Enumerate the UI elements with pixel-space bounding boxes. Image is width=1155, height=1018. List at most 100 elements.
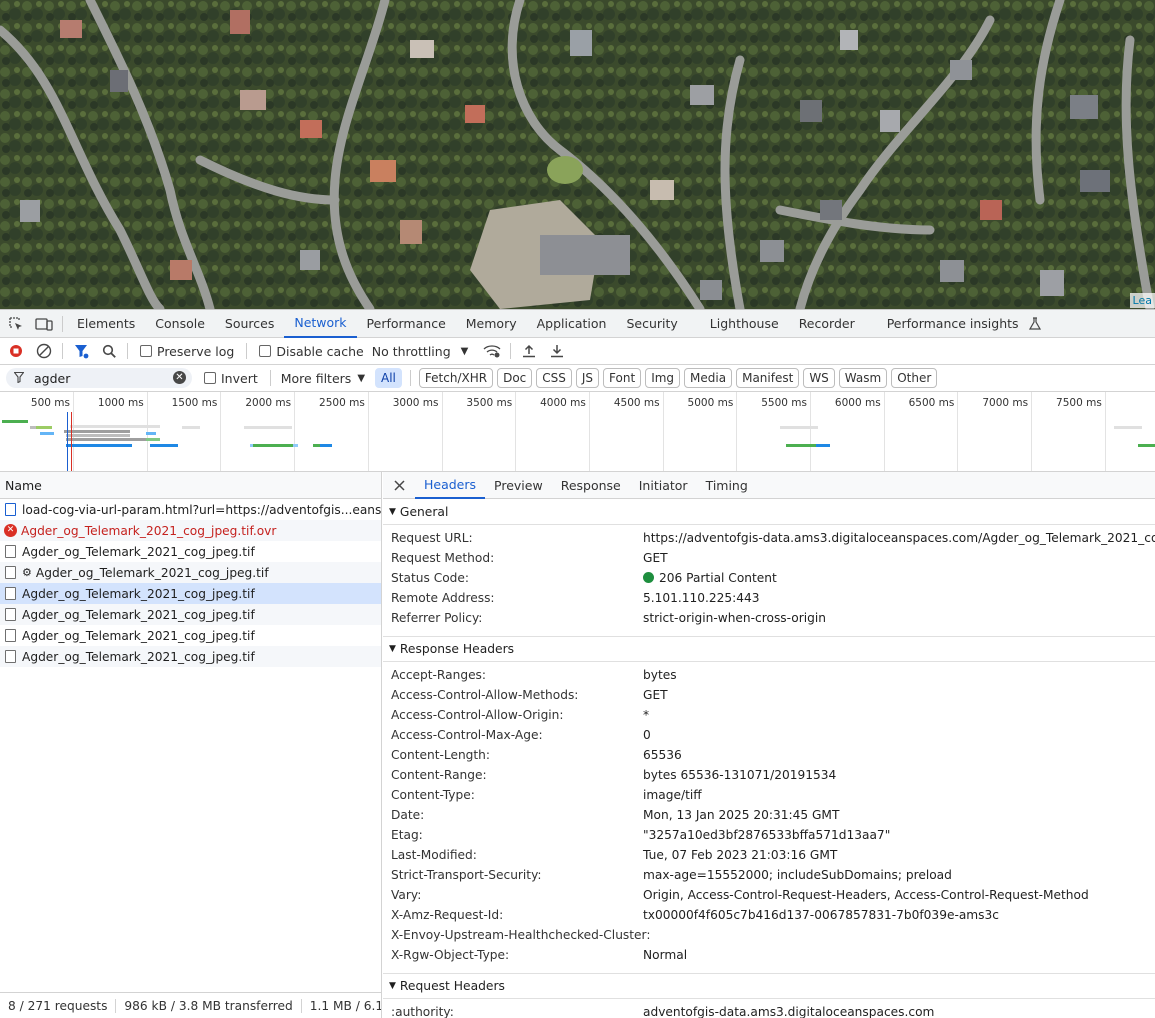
disable-cache-checkbox[interactable]: Disable cache	[259, 344, 364, 359]
header-value: bytes 65536-131071/20191534	[643, 768, 836, 782]
filter-chip-css[interactable]: CSS	[536, 368, 572, 388]
filter-chip-font[interactable]: Font	[603, 368, 642, 388]
timeline-gridline	[441, 392, 443, 471]
request-row[interactable]: Agder_og_Telemark_2021_cog_jpeg.tif	[0, 604, 381, 625]
detail-tab-timing[interactable]: Timing	[697, 472, 757, 499]
tab-console[interactable]: Console	[145, 310, 215, 338]
filter-chip-all[interactable]: All	[375, 368, 402, 388]
preserve-log-checkbox[interactable]: Preserve log	[140, 344, 234, 359]
filter-chip-wasm[interactable]: Wasm	[838, 368, 888, 388]
request-name: Agder_og_Telemark_2021_cog_jpeg.tif	[22, 544, 255, 559]
checkbox-box[interactable]	[140, 345, 152, 357]
request-row[interactable]: Agder_og_Telemark_2021_cog_jpeg.tif	[0, 583, 381, 604]
file-icon	[5, 608, 16, 621]
timeline-request-bar	[36, 426, 52, 429]
request-headers-section-header[interactable]: ▼ Request Headers	[383, 973, 1155, 999]
tab-application[interactable]: Application	[527, 310, 617, 338]
inspect-element-icon[interactable]	[2, 311, 30, 337]
header-value-text: 206 Partial Content	[659, 571, 777, 585]
request-row[interactable]: load-cog-via-url-param.html?url=https://…	[0, 499, 381, 520]
filter-chip-js[interactable]: JS	[575, 368, 600, 388]
close-icon[interactable]	[389, 472, 409, 498]
timeline-tick-label: 800	[1116, 397, 1155, 409]
tab-network[interactable]: Network	[284, 310, 357, 338]
request-row[interactable]: Agder_og_Telemark_2021_cog_jpeg.tif	[0, 646, 381, 667]
aerial-map[interactable]: Lea	[0, 0, 1155, 309]
header-value: GET	[643, 688, 668, 702]
response-headers-section-header[interactable]: ▼ Response Headers	[383, 636, 1155, 662]
import-har-icon[interactable]	[515, 338, 543, 364]
tab-sources[interactable]: Sources	[215, 310, 284, 338]
tab-performance[interactable]: Performance	[357, 310, 456, 338]
header-key: X-Rgw-Object-Type:	[391, 948, 510, 962]
network-status-bar: 8 / 271 requests 986 kB / 3.8 MB transfe…	[0, 992, 382, 1018]
header-key: Date:	[391, 808, 425, 822]
header-key: Request Method:	[391, 551, 495, 565]
timeline-request-bar	[1114, 426, 1142, 429]
detail-tab-preview[interactable]: Preview	[485, 472, 552, 499]
filter-chip-doc[interactable]: Doc	[497, 368, 533, 388]
search-icon[interactable]	[95, 338, 123, 364]
map-attribution[interactable]: Lea	[1129, 293, 1155, 308]
general-items: Request URL: https://adventofgis-data.ams…	[383, 525, 1155, 628]
network-toolbar: Preserve log Disable cache No throttling…	[0, 338, 1155, 365]
timeline-tick-label: 7500 ms	[1056, 397, 1102, 409]
stop-recording-icon[interactable]	[2, 338, 30, 364]
filter-chip-media[interactable]: Media	[684, 368, 733, 388]
filter-icon[interactable]	[67, 338, 95, 364]
request-headers-title: Request Headers	[399, 979, 505, 993]
filter-text[interactable]: agder	[34, 371, 70, 386]
header-value: Origin, Access-Control-Request-Headers, …	[643, 888, 1089, 902]
request-row[interactable]: Agder_og_Telemark_2021_cog_jpeg.tif	[0, 625, 381, 646]
checkbox-box[interactable]	[259, 345, 272, 357]
tab-elements[interactable]: Elements	[67, 310, 145, 338]
throttling-select[interactable]: No throttling ▼	[372, 344, 469, 359]
devtools-panel: Elements Console Sources Network Performance…	[0, 309, 1155, 1018]
request-row[interactable]: Agder_og_Telemark_2021_cog_jpeg.tif	[0, 541, 381, 562]
request-row[interactable]: ✕ Agder_og_Telemark_2021_cog_jpeg.tif.ovr	[0, 520, 381, 541]
detail-tab-response[interactable]: Response	[552, 472, 630, 499]
header-value-text: GET	[643, 551, 668, 565]
timeline-gridline	[1104, 392, 1106, 471]
response-headers-title: Response Headers	[399, 642, 515, 656]
filter-chip-fetch-xhr[interactable]: Fetch/XHR	[418, 368, 494, 388]
checkbox-box[interactable]	[204, 372, 216, 384]
clear-icon[interactable]	[30, 338, 58, 364]
name-column-header[interactable]: Name	[0, 472, 381, 499]
clear-filter-icon[interactable]: ✕	[173, 371, 186, 384]
detail-tab-headers[interactable]: Headers	[415, 472, 486, 499]
header-row: Status Code: 206 Partial Content	[383, 568, 1155, 588]
network-conditions-icon[interactable]	[478, 338, 506, 364]
header-value-text: *	[643, 708, 650, 722]
tab-performance-insights[interactable]: Performance insights	[877, 310, 1029, 338]
timeline-gridline	[810, 392, 811, 471]
invert-checkbox[interactable]: Invert	[204, 371, 258, 386]
header-key: Strict-Transport-Security:	[391, 868, 542, 882]
transferred-size: 986 kB / 3.8 MB transferred	[116, 999, 302, 1013]
network-overview-timeline[interactable]: 500 ms 1000 ms 1500 ms 2000 ms 2500 ms 3000 m…	[0, 392, 1155, 472]
tab-security[interactable]: Security	[616, 310, 687, 338]
general-section-header[interactable]: ▼ General	[383, 499, 1155, 525]
header-row: Content-Type: image/tiff	[383, 785, 1155, 805]
header-value: Tue, 07 Feb 2023 21:03:16 GMT	[643, 848, 837, 862]
request-row[interactable]: ⚙ Agder_og_Telemark_2021_cog_jpeg.tif	[0, 562, 381, 583]
timeline-request-bar	[64, 430, 130, 433]
detail-tab-initiator[interactable]: Initiator	[630, 472, 697, 499]
tab-recorder[interactable]: Recorder	[789, 310, 865, 338]
filter-chip-img[interactable]: Img	[645, 368, 681, 388]
preserve-log-label: Preserve log	[157, 343, 235, 359]
tab-lighthouse[interactable]: Lighthouse	[700, 310, 789, 338]
header-value-text: Normal	[643, 948, 688, 962]
filter-chip-manifest[interactable]: Manifest	[736, 368, 800, 388]
device-toolbar-icon[interactable]	[30, 311, 58, 337]
timeline-tick-label: 2000 ms	[245, 397, 292, 409]
export-har-icon[interactable]	[543, 338, 571, 364]
more-filters-dropdown[interactable]: More filters ▼	[281, 371, 365, 386]
filter-input[interactable]: agder ✕	[6, 368, 192, 388]
tab-memory[interactable]: Memory	[456, 310, 527, 338]
filter-chip-other[interactable]: Other	[891, 368, 938, 388]
header-row: X-Amz-Request-Id: tx00000f4f605c7b416d137…	[383, 905, 1155, 925]
request-name: Agder_og_Telemark_2021_cog_jpeg.tif	[22, 586, 255, 601]
filter-chip-ws[interactable]: WS	[803, 368, 835, 388]
